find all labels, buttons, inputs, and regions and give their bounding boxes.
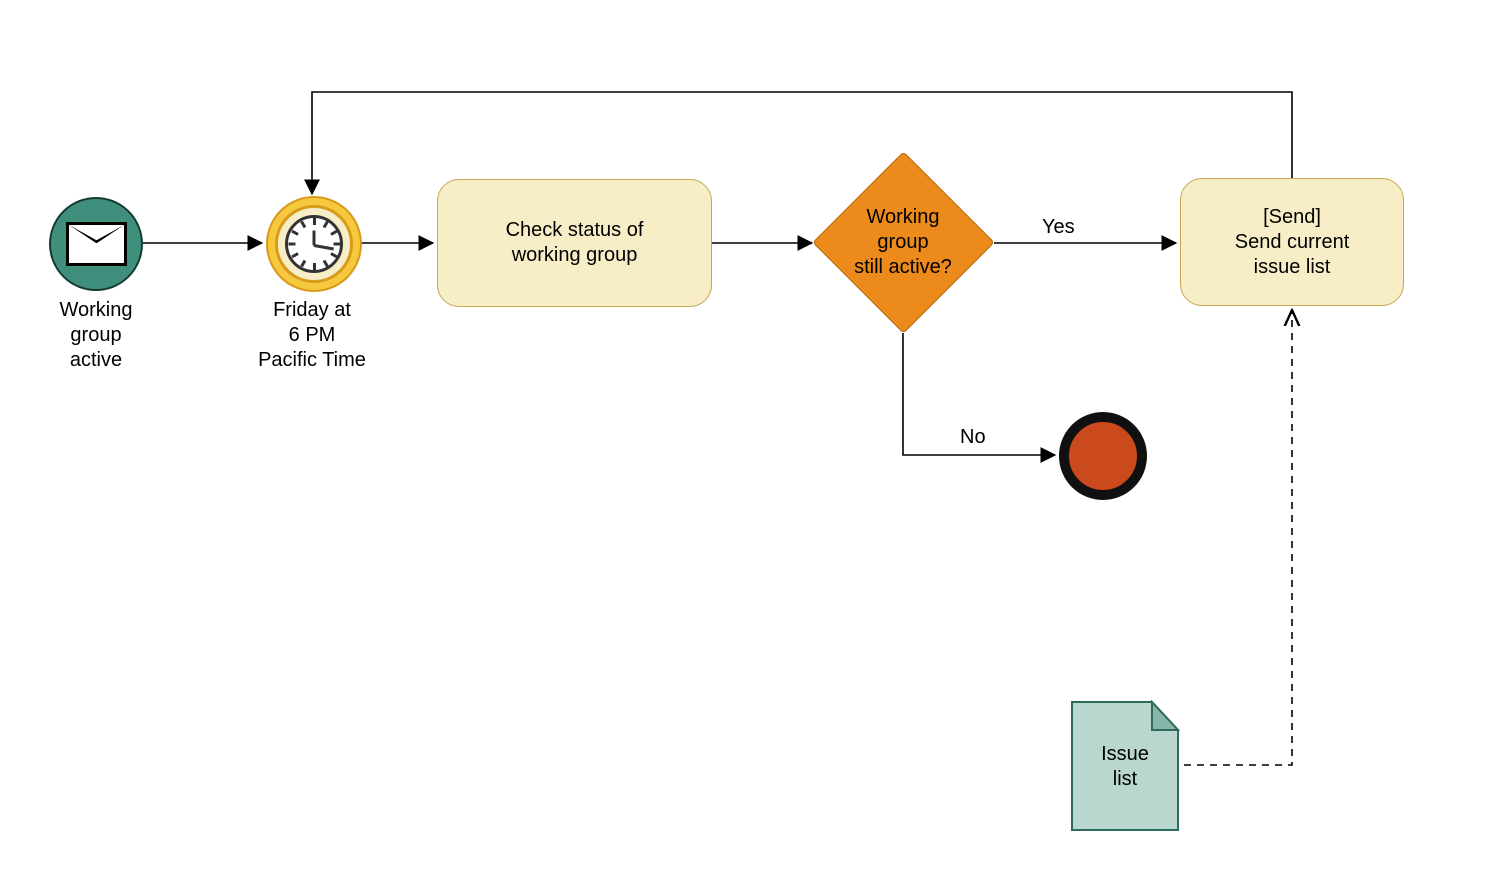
bpmn-diagram: Working group active Friday at 6 PM Pa (0, 0, 1500, 894)
end-event-terminate (1059, 412, 1147, 500)
data-object-issue-list: Issue list (1070, 700, 1180, 832)
task-send-issue-list: [Send] Send current issue list (1180, 178, 1404, 306)
task-check-status-label: Check status of working group (506, 218, 644, 268)
gateway-label: Working group still active? (813, 152, 993, 332)
task-send-label: [Send] Send current issue list (1235, 205, 1350, 280)
timer-event-label: Friday at 6 PM Pacific Time (242, 298, 382, 373)
task-check-status: Check status of working group (437, 179, 712, 307)
clock-icon (285, 215, 343, 273)
edge-label-yes: Yes (1042, 216, 1075, 239)
start-event-label: Working group active (34, 298, 158, 373)
timer-ring (275, 205, 353, 283)
edge-label-no: No (960, 426, 986, 449)
envelope-icon (66, 222, 127, 266)
data-object-label: Issue list (1070, 742, 1180, 792)
gateway-still-active: Working group still active? (813, 152, 993, 332)
start-event-message (49, 197, 143, 291)
timer-event (266, 196, 362, 292)
flow-layer (0, 0, 1500, 894)
